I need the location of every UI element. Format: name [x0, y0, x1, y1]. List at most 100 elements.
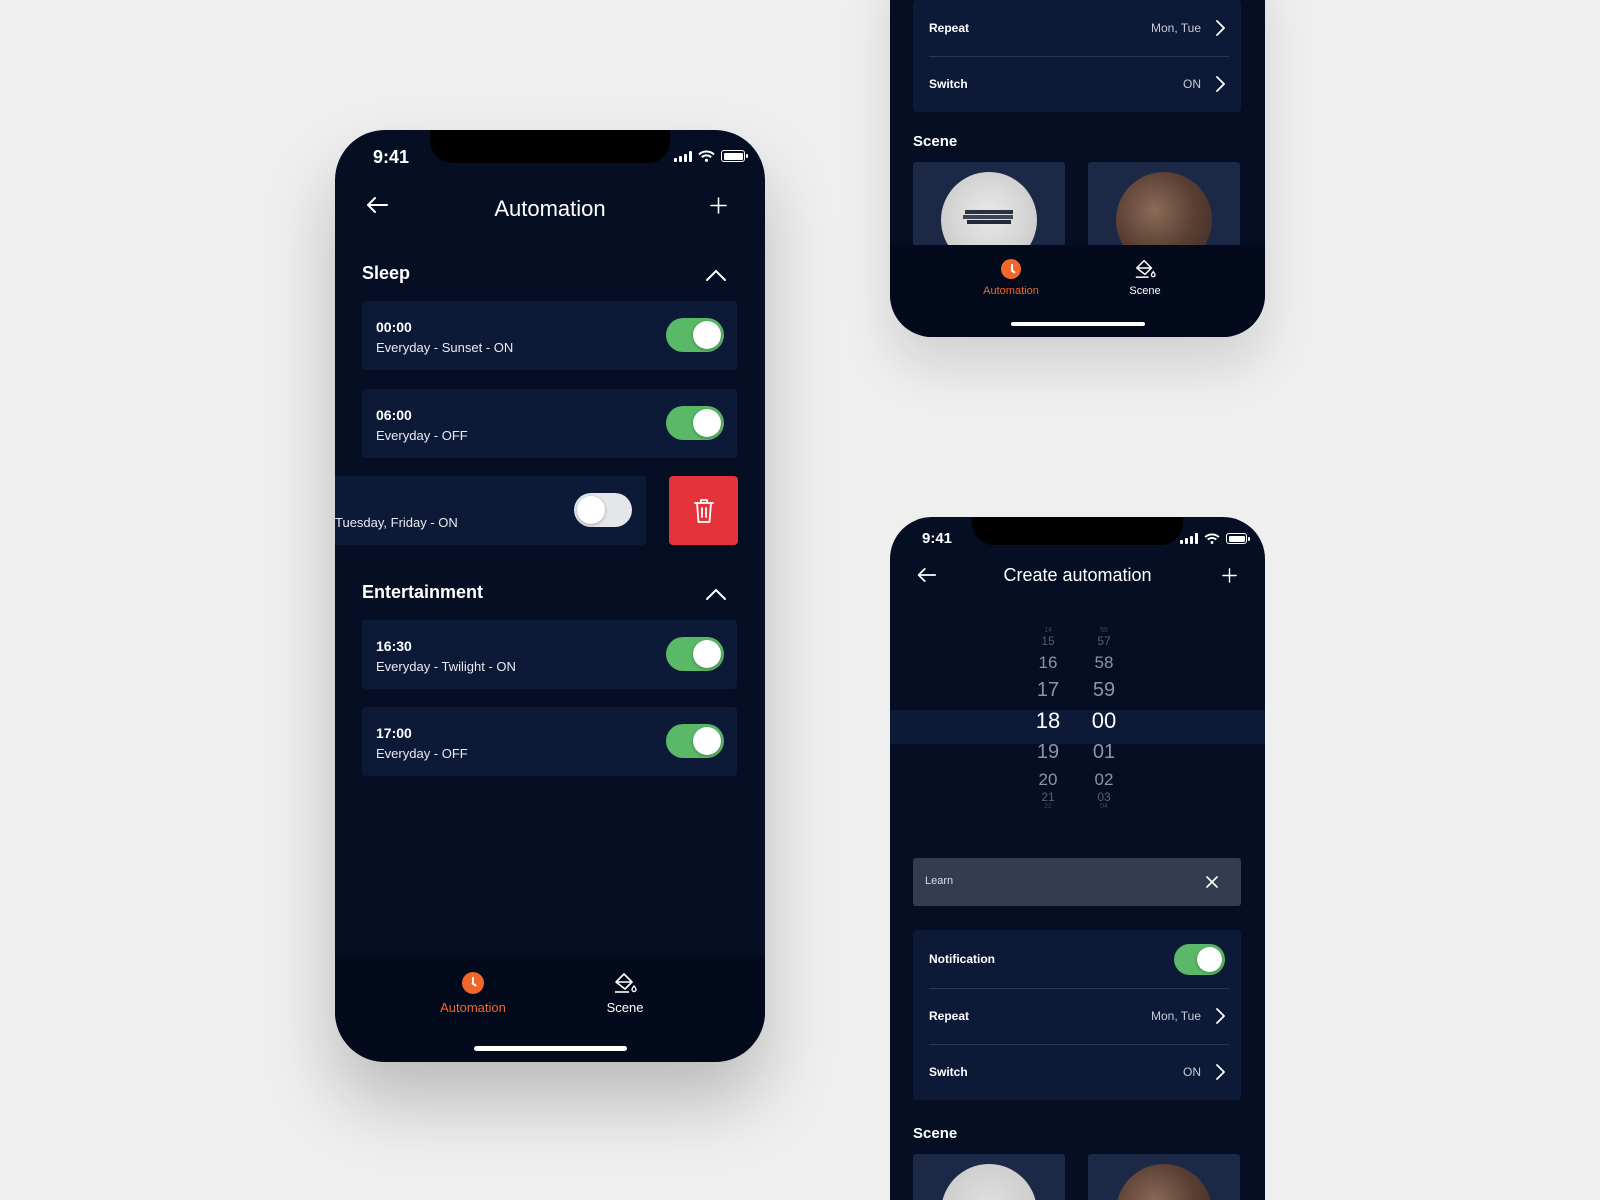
row-label: Switch: [929, 77, 968, 91]
automation-item[interactable]: 17:00 Everyday - OFF: [362, 707, 737, 776]
scene-tile-sleep[interactable]: [1088, 162, 1240, 246]
tab-scene[interactable]: Scene: [600, 970, 650, 1015]
automation-item[interactable]: 16:30 Everyday - Twilight - ON: [362, 620, 737, 689]
scene-section-title: Scene: [913, 1125, 958, 1142]
scene-image: [941, 172, 1037, 246]
scene-image: [1116, 172, 1212, 246]
section-title-entertainment: Entertainment: [362, 582, 484, 602]
hour-wheel[interactable]: 14 15 16 17 18 19 20 21 22: [1028, 627, 1068, 811]
picker-option: 57: [1097, 634, 1111, 648]
chevron-right-icon: [1216, 1008, 1225, 1024]
selected-hour: 18: [1035, 708, 1061, 733]
home-indicator: [1011, 322, 1145, 326]
automation-item-swiped[interactable]: Tuesday, Friday - ON: [335, 476, 646, 545]
item-time: 16:30: [376, 638, 412, 654]
notification-row: Notification: [913, 930, 1241, 988]
status-time: 9:41: [373, 147, 410, 167]
wifi-icon: [1204, 533, 1220, 544]
picker-option: 17: [1036, 679, 1060, 701]
time-picker[interactable]: 14 15 16 17 18 19 20 21 22 56 57 58 59 0…: [890, 627, 1265, 817]
switch-row[interactable]: Switch ON: [913, 56, 1241, 112]
picker-option: 21: [1041, 790, 1055, 804]
page-title: Create automation: [1003, 565, 1152, 585]
scene-image: [1116, 1164, 1212, 1200]
status-icons: [1180, 533, 1250, 544]
collapse-chevron-icon[interactable]: [705, 268, 727, 282]
clear-icon[interactable]: [1206, 876, 1218, 888]
settings-phone-screen-partial: Repeat Mon, Tue Switch ON Scene Automati…: [890, 0, 1265, 337]
item-toggle[interactable]: [666, 724, 724, 758]
notification-toggle[interactable]: [1174, 943, 1225, 975]
item-description: Everyday - OFF: [376, 746, 468, 761]
delete-button[interactable]: [669, 476, 738, 545]
tab-label: Automation: [983, 285, 1039, 297]
item-description: Everyday - Twilight - ON: [376, 659, 516, 674]
chevron-right-icon: [1216, 20, 1225, 36]
automation-item[interactable]: 06:00 Everyday - OFF: [362, 389, 737, 458]
picker-option: 15: [1041, 634, 1055, 648]
battery-icon: [1226, 533, 1250, 544]
name-input[interactable]: Learn: [913, 858, 1241, 906]
row-value: Mon, Tue: [1150, 1009, 1201, 1023]
picker-option: 01: [1092, 741, 1116, 763]
picker-option: 59: [1092, 679, 1116, 701]
tab-automation[interactable]: Automation: [981, 259, 1041, 297]
item-toggle[interactable]: [574, 493, 632, 527]
chevron-right-icon: [1216, 76, 1225, 92]
tab-scene[interactable]: Scene: [1125, 257, 1165, 297]
selected-minute: 00: [1091, 708, 1117, 733]
row-value: ON: [1183, 1065, 1201, 1079]
picker-option: 03: [1097, 790, 1111, 804]
row-label: Repeat: [929, 1009, 970, 1023]
settings-card: Notification Repeat Mon, Tue Switch ON: [913, 930, 1241, 1100]
picker-option: 04: [1100, 803, 1108, 810]
scene-tile-sleep[interactable]: [1088, 1154, 1240, 1200]
tab-label: Scene: [606, 1000, 644, 1015]
notch: [430, 130, 670, 163]
minute-wheel[interactable]: 56 57 58 59 00 01 02 03 04: [1084, 627, 1124, 811]
repeat-row[interactable]: Repeat Mon, Tue: [913, 988, 1241, 1044]
clock-icon: [462, 972, 484, 994]
picker-option: 19: [1036, 741, 1060, 763]
item-toggle[interactable]: [666, 406, 724, 440]
picker-option: 02: [1094, 770, 1114, 789]
repeat-row[interactable]: Repeat Mon, Tue: [913, 0, 1241, 56]
add-icon[interactable]: [710, 197, 727, 214]
status-icons: [674, 150, 748, 162]
paint-bucket-icon: [615, 973, 637, 993]
trash-icon: [693, 498, 714, 523]
notch: [972, 517, 1183, 545]
automation-phone-screen: 9:41 Automation Sleep 00:00 Everyday - S…: [335, 130, 765, 1062]
automation-item[interactable]: 00:00 Everyday - Sunset - ON: [362, 301, 737, 370]
item-description: Everyday - Sunset - ON: [376, 340, 514, 355]
item-time: 06:00: [376, 407, 412, 423]
scene-tile-books[interactable]: [913, 162, 1065, 246]
page-title: Automation: [494, 196, 606, 221]
status-time: 9:41: [922, 530, 953, 547]
add-icon[interactable]: [1222, 568, 1237, 583]
row-value: Mon, Tue: [1150, 21, 1201, 35]
name-input-value: Learn: [925, 875, 954, 887]
picker-option: 16: [1038, 653, 1058, 672]
item-toggle[interactable]: [666, 637, 724, 671]
row-label: Repeat: [929, 21, 970, 35]
row-label: Notification: [929, 952, 995, 966]
paint-bucket-icon: [1135, 259, 1156, 278]
picker-option: 20: [1038, 770, 1058, 789]
item-toggle[interactable]: [666, 318, 724, 352]
settings-card: Repeat Mon, Tue Switch ON: [913, 0, 1241, 112]
scene-image: [941, 1164, 1037, 1200]
switch-row[interactable]: Switch ON: [913, 1044, 1241, 1100]
collapse-chevron-icon[interactable]: [705, 587, 727, 601]
item-time: 17:00: [376, 725, 412, 741]
chevron-right-icon: [1216, 1064, 1225, 1080]
scene-tile-books[interactable]: [913, 1154, 1065, 1200]
tab-automation[interactable]: Automation: [439, 972, 507, 1015]
scene-section-title: Scene: [913, 133, 958, 150]
row-value: ON: [1183, 77, 1201, 91]
section-title-sleep: Sleep: [362, 263, 411, 283]
tab-label: Automation: [440, 1000, 506, 1015]
item-description: Everyday - OFF: [376, 428, 468, 443]
clock-icon: [1001, 259, 1021, 279]
cellular-signal-icon: [674, 150, 692, 162]
